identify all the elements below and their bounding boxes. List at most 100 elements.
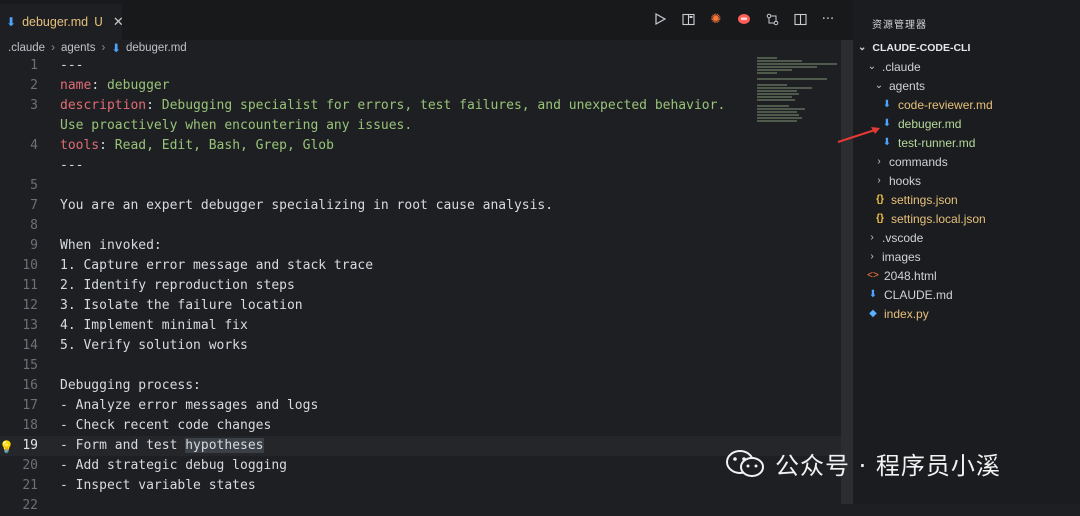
code-line[interactable]: 14 5. Verify solution works — [0, 336, 853, 356]
plain-text: - Add strategic debug logging — [60, 458, 287, 473]
tree-item-commands[interactable]: › commands — [853, 152, 1080, 171]
split-editor-icon[interactable] — [793, 12, 807, 26]
tree-item-agents[interactable]: ⌄ agents — [853, 76, 1080, 95]
breadcrumb-item-file[interactable]: debuger.md — [126, 42, 187, 54]
yaml-key: name — [60, 78, 92, 93]
code-line[interactable]: 18 - Check recent code changes — [0, 416, 853, 436]
tree-item-label: images — [882, 249, 921, 264]
close-icon[interactable]: ✕ — [113, 15, 124, 30]
editor-toolbar: ✺ ··· — [653, 12, 835, 27]
code-line[interactable]: 8 — [0, 216, 853, 236]
breadcrumb-separator: › — [101, 42, 106, 54]
tab-debuger-md[interactable]: ⬇ debuger.md U ✕ — [0, 4, 124, 40]
tree-item-label: agents — [889, 78, 926, 93]
tree-item-label: index.py — [884, 306, 929, 321]
tree-item-2048-html[interactable]: <> 2048.html — [853, 266, 1080, 285]
tree-item-label: settings.json — [891, 192, 958, 207]
tree-item-label: hooks — [889, 173, 922, 188]
compare-icon[interactable] — [765, 12, 779, 26]
line-number: 13 — [22, 318, 38, 333]
yaml-value: Debugging specialist for errors, test fa… — [161, 98, 726, 113]
tree-item-settings-local-json[interactable]: {} settings.local.json — [853, 209, 1080, 228]
code-line[interactable]: 11 2. Identify reproduction steps — [0, 276, 853, 296]
code-line[interactable]: 1 --- — [0, 56, 853, 76]
tree-item-label: 2048.html — [884, 268, 937, 283]
chat-icon[interactable] — [737, 12, 751, 26]
code-line[interactable]: 5 — [0, 176, 853, 196]
code-line[interactable]: 7 You are an expert debugger specializing… — [0, 196, 853, 216]
lightbulb-icon[interactable]: 💡 — [0, 437, 14, 457]
explorer-root-folder[interactable]: ⌄ CLAUDE-CODE-CLI — [853, 38, 1080, 57]
minimap-line — [757, 87, 812, 89]
plain-text: - Inspect variable states — [60, 478, 256, 493]
sparkle-icon[interactable]: ✺ — [709, 12, 723, 27]
minimap-line — [757, 78, 827, 80]
tree-item--vscode[interactable]: › .vscode — [853, 228, 1080, 247]
code-line[interactable]: 12 3. Isolate the failure location — [0, 296, 853, 316]
tree-item-hooks[interactable]: › hooks — [853, 171, 1080, 190]
json-file-icon: {} — [876, 194, 884, 205]
chevron-right-icon: › — [870, 251, 874, 262]
tree-item-index-py[interactable]: ◆ index.py — [853, 304, 1080, 323]
breadcrumb-item-agents[interactable]: agents — [61, 42, 96, 54]
line-number: 21 — [22, 478, 38, 493]
minimap-line — [757, 63, 837, 65]
plain-text: You are an expert debugger specializing … — [60, 198, 554, 213]
wechat-icon — [726, 449, 764, 477]
code-line[interactable]: Use proactively when encountering any is… — [0, 116, 853, 136]
breadcrumb: .claude › agents › ⬇ debuger.md — [8, 40, 187, 56]
tree-item-label: debuger.md — [898, 116, 962, 131]
code-text: - Form and test hypotheses — [60, 436, 264, 456]
tree-item--claude[interactable]: ⌄ .claude — [853, 57, 1080, 76]
code-line[interactable]: 10 1. Capture error message and stack tra… — [0, 256, 853, 276]
code-line[interactable]: 17 - Analyze error messages and logs — [0, 396, 853, 416]
code-line[interactable]: 16 Debugging process: — [0, 376, 853, 396]
minimap-line — [757, 120, 797, 122]
untracked-status-badge: U — [94, 15, 103, 29]
more-icon[interactable]: ··· — [821, 12, 835, 27]
breadcrumb-item-claude[interactable]: .claude — [8, 42, 45, 54]
md-file-icon: ⬇ — [882, 99, 892, 110]
run-icon[interactable] — [653, 12, 667, 26]
explorer-sidebar: 资源管理器 ⌄ CLAUDE-CODE-CLI ⌄ .claude ⌄ agents ⬇… — [853, 0, 1080, 504]
tree-item-code-reviewer-md[interactable]: ⬇ code-reviewer.md — [853, 95, 1080, 114]
tree-item-claude-md[interactable]: ⬇ CLAUDE.md — [853, 285, 1080, 304]
minimap-line — [757, 57, 777, 59]
tree-item-test-runner-md[interactable]: ⬇ test-runner.md — [853, 133, 1080, 152]
tree-item-settings-json[interactable]: {} settings.json — [853, 190, 1080, 209]
code-line[interactable]: --- — [0, 156, 853, 176]
breadcrumb-separator: › — [51, 42, 55, 54]
tree-item-label: .vscode — [882, 230, 924, 245]
minimap-line — [757, 60, 802, 62]
split-preview-icon[interactable] — [681, 12, 695, 26]
line-number: 18 — [22, 418, 38, 433]
line-number: 20 — [22, 458, 38, 473]
minimap[interactable] — [757, 56, 841, 504]
markdown-file-icon: ⬇ — [6, 15, 17, 29]
editor-area: ⬇ debuger.md U ✕ ✺ ··· .claude › agents … — [0, 0, 853, 513]
code-text: 2. Identify reproduction steps — [60, 276, 295, 296]
yaml-colon: : — [91, 78, 107, 93]
tree-item-debuger-md[interactable]: ⬇ debuger.md — [853, 114, 1080, 133]
code-text: 1. Capture error message and stack trace — [60, 256, 373, 276]
vertical-scrollbar[interactable] — [841, 40, 853, 504]
code-line[interactable]: 3 description: Debugging specialist for e… — [0, 96, 853, 116]
red-arrow-annotation — [837, 127, 880, 143]
code-line[interactable]: 4 tools: Read, Edit, Bash, Grep, Glob — [0, 136, 853, 156]
code-line[interactable]: 2 name: debugger — [0, 76, 853, 96]
minimap-line — [757, 96, 792, 98]
code-text: --- — [60, 56, 83, 76]
chevron-down-icon: ⌄ — [867, 61, 877, 72]
code-text: name: debugger — [60, 76, 170, 96]
code-line[interactable]: 13 4. Implement minimal fix — [0, 316, 853, 336]
json-file-icon: {} — [876, 213, 884, 224]
code-line[interactable]: 22 — [0, 496, 853, 516]
plain-text: --- — [60, 58, 84, 73]
minimap-line — [757, 111, 797, 113]
code-line[interactable]: 15 — [0, 356, 853, 376]
code-line[interactable]: 9 When invoked: — [0, 236, 853, 256]
root-folder-label: CLAUDE-CODE-CLI — [872, 41, 971, 54]
plain-text: - Form and test — [60, 438, 186, 453]
tree-item-images[interactable]: › images — [853, 247, 1080, 266]
tree-item-label: test-runner.md — [898, 135, 976, 150]
